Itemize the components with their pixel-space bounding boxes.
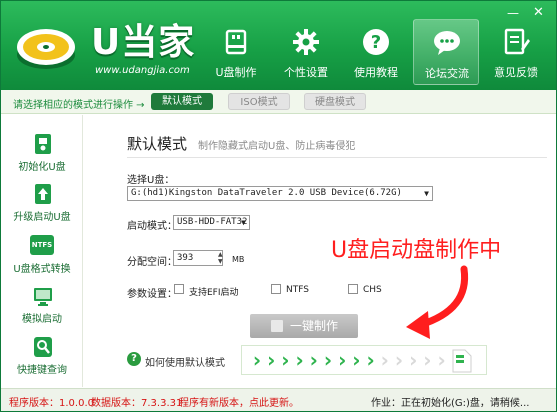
program-version: 程序版本：1.0.0.0 [9, 398, 94, 409]
svg-text:?: ? [371, 32, 381, 53]
usb-device-select[interactable]: G:(hd1)Kingston DataTraveler 2.0 USB Dev… [127, 186, 433, 201]
ntfs-convert-icon: NTFS [30, 235, 54, 255]
ntfs-label: NTFS [286, 285, 309, 295]
gear-icon [293, 29, 319, 55]
mode-iso-button[interactable]: ISO模式 [228, 93, 290, 110]
alloc-unit: MB [232, 255, 245, 264]
nav-feedback[interactable]: 意见反馈 [483, 19, 549, 85]
progress-step: › [409, 348, 418, 372]
update-link[interactable]: 程序有新版本，点此更新。 [179, 394, 299, 409]
sidebar-item-upgrade-usb[interactable]: 升级启动U盘 [1, 181, 83, 229]
sidebar-item-label: 模拟启动 [22, 314, 62, 325]
progress-step: › [295, 348, 304, 372]
progress-step: › [252, 348, 262, 372]
progress-step: › [437, 348, 446, 372]
monitor-icon [34, 288, 52, 306]
status-bar: 程序版本：1.0.0.0 数据版本：7.3.3.31 程序有新版本，点此更新。 … [1, 388, 556, 411]
boot-mode-label: 启动模式： [127, 221, 177, 232]
progress-end-icon [452, 349, 472, 373]
mode-hdd-button[interactable]: 硬盘模式 [304, 93, 366, 110]
one-key-make-label: 一键制作 [290, 319, 339, 333]
efi-checkbox[interactable] [174, 284, 184, 294]
boot-mode-value: USB-HDD-FAT32 [177, 217, 248, 227]
params-label: 参数设置： [127, 289, 177, 300]
progress-step: › [267, 348, 276, 372]
logo-url: www.udangjia.com [95, 65, 190, 76]
sidebar-item-shortcut-lookup[interactable]: 快捷键查询 [1, 334, 83, 382]
nav-label: 使用教程 [354, 66, 398, 79]
efi-label: 支持EFI启动 [189, 288, 239, 298]
mode-default-button[interactable]: 默认模式 [151, 93, 213, 110]
chs-checkbox[interactable] [348, 284, 358, 294]
alloc-space-label: 分配空间： [127, 257, 177, 268]
question-icon: ? [127, 352, 141, 366]
usb-device-value: G:(hd1)Kingston DataTraveler 2.0 USB Dev… [131, 188, 402, 198]
progress-step: › [352, 348, 361, 372]
alloc-space-stepper[interactable]: ▲ ▼ [218, 251, 226, 265]
help-icon: ? [363, 29, 389, 55]
logo-disk-icon [17, 29, 75, 69]
alloc-space-input[interactable]: 393 [173, 250, 223, 266]
usb-small-icon [271, 320, 283, 332]
nav-label: U盘制作 [215, 66, 257, 79]
nav-forum[interactable]: 论坛交流 [413, 19, 479, 85]
progress-step: › [309, 348, 318, 372]
feedback-edit-icon [504, 28, 530, 55]
key-lookup-icon [34, 337, 52, 357]
nav-personal-settings[interactable]: 个性设置 [273, 19, 339, 85]
nav-usb-make[interactable]: U盘制作 [203, 19, 269, 85]
init-usb-icon [35, 134, 51, 154]
app-window: U当家 www.udangjia.com — ✕ U盘制作 个性设置 ? 使用教… [0, 0, 557, 412]
red-arrow-icon [406, 265, 469, 339]
close-button[interactable]: ✕ [533, 6, 544, 19]
sidebar-item-init-usb[interactable]: 初始化U盘 [1, 131, 83, 179]
mode-hint: 请选择相应的模式进行操作 → [13, 100, 145, 111]
progress-step: › [423, 348, 432, 372]
chevron-down-icon: ▼ [241, 218, 246, 227]
ntfs-badge: NTFS [31, 241, 53, 249]
one-key-make-button[interactable]: 一键制作 [250, 314, 358, 338]
progress-step: › [281, 348, 290, 372]
progress-step: › [380, 348, 389, 372]
minimize-button[interactable]: — [507, 7, 519, 19]
nav-label: 个性设置 [284, 66, 328, 79]
nav-tutorial[interactable]: ? 使用教程 [343, 19, 409, 85]
nav-label: 意见反馈 [494, 66, 538, 79]
sidebar-item-label: 初始化U盘 [18, 162, 66, 173]
progress-step: › [394, 348, 404, 372]
sidebar-item-format-convert[interactable]: NTFS U盘格式转换 [1, 233, 83, 281]
making-overlay-text: U盘启动盘制作中 [331, 238, 502, 263]
sidebar-item-simulate-boot[interactable]: 模拟启动 [1, 283, 83, 331]
usb-drive-icon [225, 29, 247, 55]
usb-select-label: 选择U盘： [127, 175, 175, 186]
sidebar-item-label: 升级启动U盘 [13, 212, 71, 223]
progress-step: › [338, 348, 347, 372]
chevron-down-icon: ▼ [424, 189, 429, 198]
page-title: 默认模式 [127, 135, 188, 153]
nav-label: 论坛交流 [425, 67, 469, 80]
data-version: 数据版本：7.3.3.31 [91, 398, 183, 409]
logo-title: U当家 [91, 22, 196, 63]
mode-bar: 请选择相应的模式进行操作 → 默认模式 ISO模式 硬盘模式 [1, 90, 556, 114]
page-subtitle: 制作隐藏式启动U盘、防止病毒侵犯 [198, 141, 356, 152]
howto-link[interactable]: 如何使用默认模式 [145, 354, 225, 369]
title-divider [127, 157, 547, 158]
boot-mode-select[interactable]: USB-HDD-FAT32 ▼ [173, 215, 250, 230]
progress-step: › [323, 348, 333, 372]
progress-track: › › › › › › › › › › › › › › [241, 345, 487, 375]
app-header: U当家 www.udangjia.com — ✕ U盘制作 个性设置 ? 使用教… [1, 1, 556, 90]
job-status: 作业：正在初始化(G:)盘，请稍候... [371, 398, 530, 409]
sidebar: 初始化U盘 升级启动U盘 NTFS U盘格式转换 模拟启动 快捷键查询 [1, 115, 83, 387]
chs-label: CHS [363, 285, 382, 295]
progress-step: › [366, 348, 375, 372]
sidebar-item-label: U盘格式转换 [13, 264, 71, 275]
chat-bubbles-icon [434, 31, 460, 55]
sidebar-item-label: 快捷键查询 [17, 365, 67, 376]
upgrade-usb-icon [35, 184, 51, 204]
ntfs-checkbox[interactable] [271, 284, 281, 294]
